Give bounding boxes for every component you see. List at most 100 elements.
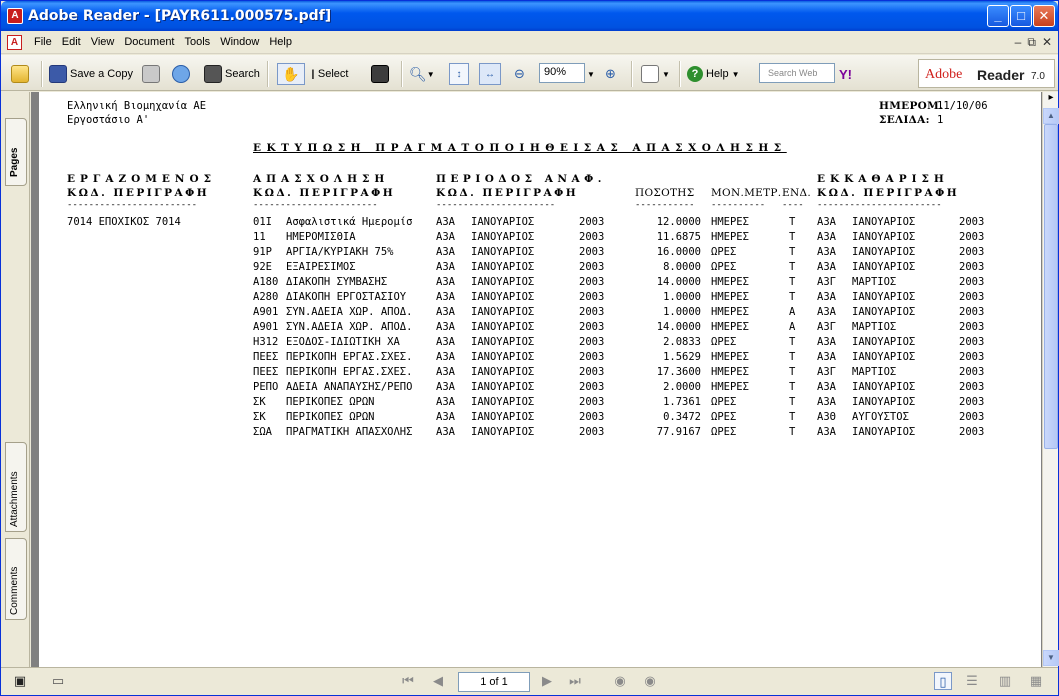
company-name: Ελληνική Βιομηχανία ΑΕ (67, 100, 207, 112)
indicator: Τ (789, 216, 796, 228)
occupation-code: Α901 (253, 306, 279, 318)
print-button[interactable] (142, 63, 163, 85)
indicator: Τ (789, 336, 796, 348)
indicator: Τ (789, 351, 796, 363)
facing-layout-icon[interactable]: ▥ (996, 672, 1014, 690)
pdf-page: Ελληνική Βιομηχανία ΑΕ Εργοστάσιο Α' ΗΜΕ… (39, 92, 1041, 667)
tab-comments[interactable]: Comments (5, 538, 27, 620)
previous-view-icon[interactable]: ◉ (611, 672, 629, 690)
zoom-dropdown[interactable]: ▼ (587, 63, 595, 85)
period-code: Α3Α (436, 426, 455, 438)
page-number-field[interactable]: 1 of 1 (458, 672, 530, 692)
fit-width-button[interactable]: ↔ (479, 63, 501, 85)
previous-page-icon[interactable]: ◀ (429, 672, 447, 690)
continuous-facing-layout-icon[interactable]: ▦ (1027, 672, 1045, 690)
occupation-description: ΕΞΑΙΡΕΣΙΜΟΣ (286, 261, 356, 273)
minimize-button[interactable]: _ (987, 5, 1009, 27)
settlement-year: 2003 (959, 306, 985, 318)
occupation-description: ΣΥΝ.ΑΔΕΙΑ ΧΩΡ. ΑΠΟΔ. (286, 321, 413, 333)
vertical-scrollbar[interactable]: ▸ ▲ ▼ (1042, 92, 1059, 667)
settlement-code: Α3Α (817, 261, 836, 273)
settlement-code: Α3Γ (817, 276, 836, 288)
search-web-input[interactable]: Search Web (759, 63, 835, 83)
settlement-description: ΜΑΡΤΙΟΣ (852, 321, 897, 333)
menu-view[interactable]: View (86, 36, 120, 48)
occupation-description: ΣΥΝ.ΑΔΕΙΑ ΧΩΡ. ΑΠΟΔ. (286, 306, 413, 318)
last-page-icon[interactable]: ⏭ (566, 672, 584, 690)
document-icon[interactable]: A (7, 35, 22, 50)
menu-document[interactable]: Document (119, 36, 179, 48)
document-area[interactable]: Ελληνική Βιομηχανία ΑΕ Εργοστάσιο Α' ΗΜΕ… (31, 92, 1042, 667)
settlement-year: 2003 (959, 261, 985, 273)
first-page-icon[interactable]: ⏮ (399, 672, 417, 690)
page-value: 1 (937, 114, 944, 126)
scroll-up-arrow[interactable]: ▲ (1043, 108, 1059, 124)
settlement-description: ΙΑΝΟΥΑΡΙΟΣ (852, 216, 916, 228)
navigation-pane-toggle-icon[interactable]: ▣ (11, 672, 29, 690)
period-description: ΙΑΝΟΥΑΡΙΟΣ (471, 261, 535, 273)
quantity: 1.7361 (663, 396, 701, 408)
adobe-reader-app-icon[interactable]: A (7, 8, 23, 24)
occupation-description: ΗΜΕΡΟΜΙΣΘΙΑ (286, 231, 356, 243)
zoom-in-button[interactable]: ⊕ (605, 63, 616, 85)
period-description: ΙΑΝΟΥΑΡΙΟΣ (471, 276, 535, 288)
single-page-layout-icon[interactable]: ▯ (934, 672, 952, 690)
save-copy-button[interactable]: Save a Copy (49, 63, 133, 85)
settlement-description: ΙΑΝΟΥΑΡΙΟΣ (852, 261, 916, 273)
zoom-in-tool-button[interactable]: 🔍︎ ▼ (409, 63, 435, 85)
menu-window[interactable]: Window (215, 36, 264, 48)
navigation-pane: Pages Attachments Comments (1, 92, 30, 667)
help-button[interactable]: ? Help ▼ (687, 63, 740, 85)
indicator: Τ (789, 246, 796, 258)
select-tool-button[interactable]: I Select (311, 63, 348, 85)
menu-tools[interactable]: Tools (180, 36, 216, 48)
scroll-thumb[interactable] (1044, 124, 1058, 449)
snapshot-tool-button[interactable] (371, 63, 392, 85)
settlement-year: 2003 (959, 411, 985, 423)
menu-bar: A File Edit View Document Tools Window H… (1, 32, 1058, 54)
quantity: 11.6875 (656, 231, 701, 243)
col-occupation: ΚΩΔ. ΠΕΡΙΓΡΑΦΗ (253, 187, 396, 199)
hand-tool-button[interactable]: ✋ (277, 63, 305, 85)
unit: ΩΡΕΣ (711, 426, 737, 438)
doc-restore-icon[interactable]: ⧉ (1027, 35, 1036, 50)
continuous-layout-icon[interactable]: ☰ (963, 672, 981, 690)
fit-page-button[interactable]: ↕ (449, 63, 469, 85)
maximize-button[interactable]: □ (1010, 5, 1032, 27)
menu-help[interactable]: Help (264, 36, 297, 48)
zoom-field[interactable]: 90% (539, 63, 585, 83)
doc-close-icon[interactable]: ✕ (1042, 35, 1052, 50)
menu-edit[interactable]: Edit (57, 36, 86, 48)
occupation-description: ΕΞΟΔΟΣ-ΙΔΙΩΤΙΚΗ ΧΑ (286, 336, 400, 348)
open-button[interactable] (11, 63, 32, 85)
email-button[interactable] (172, 63, 193, 85)
period-year: 2003 (579, 366, 605, 378)
save-copy-label: Save a Copy (70, 68, 133, 80)
scroll-down-arrow[interactable]: ▼ (1043, 650, 1059, 666)
search-button[interactable]: Search (204, 63, 260, 85)
document-options-icon[interactable]: ▭ (49, 672, 67, 690)
toolbar: Save a Copy Search ✋ I Select 🔍︎ ▼ ↕ ↔ ⊖… (1, 55, 1058, 91)
next-view-icon[interactable]: ◉ (641, 672, 659, 690)
close-button[interactable]: ✕ (1033, 5, 1055, 27)
window-title: Adobe Reader - [PAYR611.000575.pdf] (28, 8, 332, 24)
toolbar-separator (267, 61, 269, 87)
rotate-view-button[interactable]: ▼ (641, 63, 670, 85)
settlement-description: ΙΑΝΟΥΑΡΙΟΣ (852, 291, 916, 303)
rule-occupation: ----------------------- (253, 200, 378, 210)
col-quantity: ΠΟΣΟΤΗΣ (635, 187, 695, 199)
menu-file[interactable]: File (29, 36, 57, 48)
tab-attachments[interactable]: Attachments (5, 442, 27, 532)
rule-quantity: ----------- (635, 200, 695, 210)
doc-minimize-icon[interactable]: – (1015, 35, 1022, 50)
quantity: 17.3600 (656, 366, 701, 378)
settlement-description: ΙΑΝΟΥΑΡΙΟΣ (852, 306, 916, 318)
zoom-out-button[interactable]: ⊖ (514, 63, 525, 85)
period-year: 2003 (579, 291, 605, 303)
yahoo-button[interactable]: Y! (839, 63, 852, 85)
next-page-icon[interactable]: ▶ (538, 672, 556, 690)
tab-pages[interactable]: Pages (5, 118, 27, 186)
minus-circle-icon: ⊖ (514, 66, 525, 81)
document-window-controls: – ⧉ ✕ (1015, 35, 1052, 50)
fit-width-icon: ↔ (485, 68, 495, 80)
